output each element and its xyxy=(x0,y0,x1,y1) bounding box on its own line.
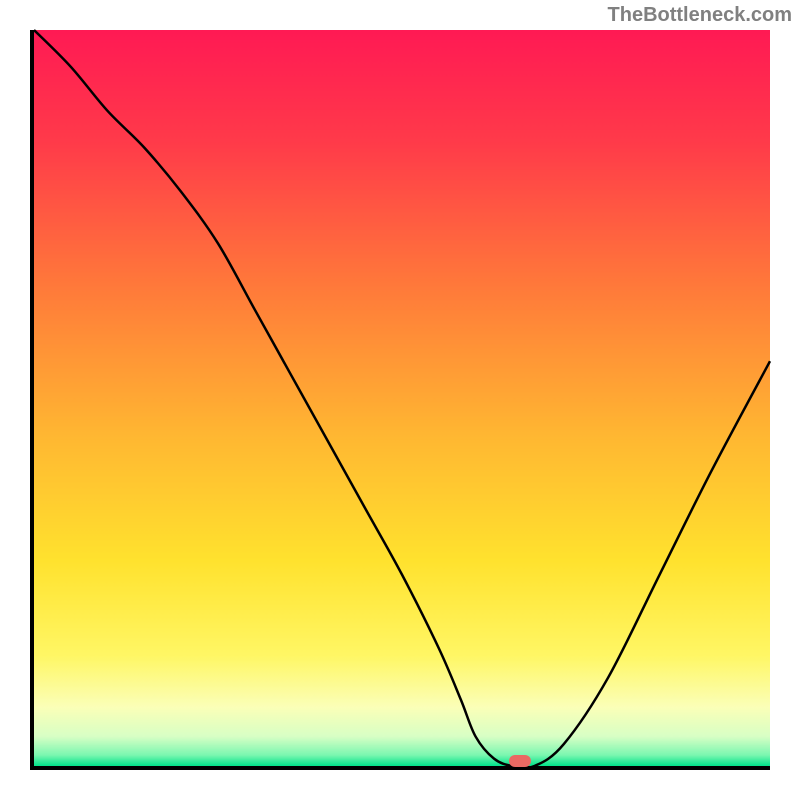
curve-svg xyxy=(34,30,770,766)
watermark-label: TheBottleneck.com xyxy=(608,4,792,27)
chart-container: TheBottleneck.com xyxy=(0,0,800,800)
bottleneck-curve-path xyxy=(34,30,770,768)
plot-area xyxy=(30,30,770,770)
optimal-marker xyxy=(509,755,531,767)
